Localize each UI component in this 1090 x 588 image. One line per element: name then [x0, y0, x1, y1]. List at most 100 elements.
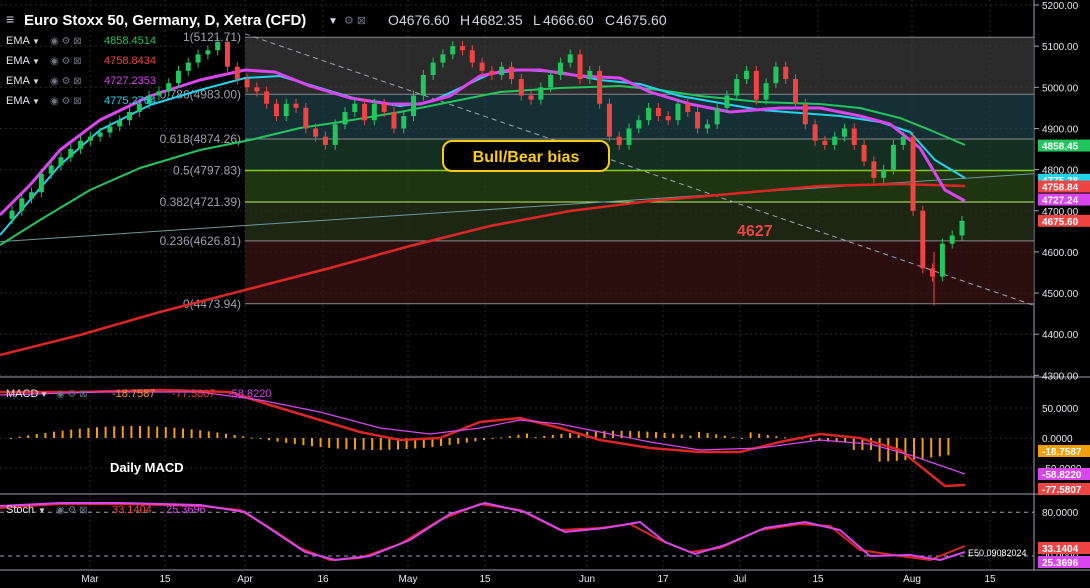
macd-histogram-bar: [938, 438, 941, 457]
candle-body: [303, 107, 309, 129]
macd-histogram-bar: [388, 438, 391, 450]
macd-histogram-bar: [139, 426, 141, 438]
macd-pane[interactable]: 50.00000.0000-50.0000-18.7587-58.8220-77…: [0, 388, 1090, 496]
macd-histogram-bar: [362, 438, 365, 450]
menu-icon[interactable]: ≡: [6, 11, 14, 27]
candle-body: [793, 79, 799, 104]
macd-histogram-bar: [603, 431, 606, 438]
ema-legend-settings-icon[interactable]: ◉ ⚙ ⊠: [50, 36, 82, 47]
candle-body: [597, 70, 603, 104]
candle-body: [411, 95, 417, 117]
candle-body: [890, 144, 896, 170]
macd-histogram-bar: [741, 438, 743, 439]
macd-histogram-bar: [173, 427, 176, 438]
macd-title: Daily MACD: [110, 460, 184, 475]
macd-histogram-bar: [225, 433, 227, 438]
macd-histogram-bar: [259, 438, 262, 439]
candle-body: [264, 91, 270, 104]
macd-histogram-bar: [268, 438, 270, 441]
candle-body: [254, 87, 260, 92]
stoch-value-tag-label: 33.1404: [1042, 544, 1079, 555]
candle-body: [244, 79, 250, 88]
level-label-4627: 4627: [737, 223, 773, 240]
candle-body: [508, 66, 514, 80]
macd-histogram-bar: [121, 426, 124, 438]
candle-body: [175, 70, 181, 84]
fib-level-label: 1(5121.71): [183, 30, 241, 44]
macd-histogram-bar: [27, 435, 30, 438]
title-dropdown-icon[interactable]: ▼: [328, 16, 338, 27]
macd-histogram-bar: [569, 433, 571, 438]
macd-dropdown-icon[interactable]: ▼: [40, 390, 48, 399]
macd-legend: MACD ▼ ◉ ⚙ ⊠ -18.7587 -77.5807 -58.8220: [6, 388, 271, 400]
time-tick-label: Aug: [903, 574, 921, 585]
stoch-settings-icon[interactable]: ◉ ⚙ ⊠: [56, 505, 88, 516]
macd-histogram-bar: [672, 433, 675, 438]
fib-band: [245, 240, 1034, 304]
macd-histogram-bar: [534, 437, 537, 439]
macd-histogram-bar: [878, 438, 881, 462]
candle-body: [606, 103, 612, 137]
macd-value-signal: -58.8220: [228, 388, 271, 400]
candle-body: [802, 103, 808, 125]
ema-legend-settings-icon[interactable]: ◉ ⚙ ⊠: [50, 96, 82, 107]
ema-legend-settings-icon[interactable]: ◉ ⚙ ⊠: [50, 76, 82, 87]
ema-legend-dropdown-icon[interactable]: ▼: [32, 97, 40, 106]
candle-body: [655, 107, 661, 117]
price-axis: 5200.005100.005000.004900.004800.004700.…: [1034, 1, 1090, 382]
macd-histogram-bar: [508, 436, 511, 438]
high-label: H: [460, 12, 470, 28]
candle-body: [166, 83, 172, 92]
stoch-pane[interactable]: 80.000020.000033.140425.3696: [0, 501, 1090, 569]
header-settings-icons: ⚙ ⊠: [344, 15, 366, 27]
stoch-label: Stoch: [6, 504, 34, 516]
stoch-value-tag-label: 25.3696: [1042, 558, 1079, 569]
candle-body: [352, 103, 358, 112]
candle-body: [881, 169, 887, 178]
macd-histogram-bar: [61, 430, 64, 438]
macd-value-tag-label: -18.7587: [1042, 447, 1082, 458]
ema-legend-value-4: 4775.2764: [104, 95, 156, 107]
stoch-dropdown-icon[interactable]: ▼: [38, 506, 46, 515]
candle-body: [78, 140, 84, 150]
macd-histogram-bar: [594, 431, 597, 438]
ema-legend-dropdown-icon[interactable]: ▼: [32, 37, 40, 46]
macd-histogram-bar: [87, 427, 90, 438]
price-chart[interactable]: 1(5121.71)0.786(4983.00)0.618(4874.26)0.…: [0, 0, 1090, 588]
macd-histogram-bar: [809, 438, 812, 441]
candle-body: [851, 128, 857, 145]
candle-body: [528, 95, 534, 100]
macd-histogram-bar: [465, 438, 468, 443]
fib-level-label: 0.236(4626.81): [160, 234, 241, 248]
macd-histogram-bar: [448, 438, 451, 445]
candle-body: [626, 128, 632, 145]
price-tick-label: 4600.00: [1042, 248, 1079, 259]
candle-body: [900, 136, 906, 145]
candle-body: [841, 128, 847, 137]
macd-histogram-bar: [199, 430, 202, 438]
time-tick-label: Apr: [237, 574, 253, 585]
candle-body: [107, 126, 113, 133]
time-tick-label: Jul: [734, 574, 747, 585]
macd-histogram-bar: [371, 438, 374, 450]
macd-histogram-bar: [53, 431, 55, 438]
macd-settings-icon[interactable]: ◉ ⚙ ⊠: [56, 389, 88, 400]
macd-histogram-bar: [276, 438, 279, 442]
candle-body: [224, 42, 230, 67]
candle-body: [763, 83, 769, 100]
candle-body: [117, 120, 123, 127]
macd-histogram-bar: [663, 432, 666, 438]
ema-legend-name-4: EMA: [6, 95, 31, 107]
ema-legend-dropdown-icon[interactable]: ▼: [32, 77, 40, 86]
candle-body: [646, 107, 652, 121]
macd-histogram-bar: [543, 435, 546, 438]
macd-histogram-bar: [715, 434, 718, 438]
candle-body: [460, 46, 466, 51]
macd-histogram-bar: [233, 434, 236, 438]
fib-level-label: 0.5(4797.83): [173, 163, 241, 177]
candle-body: [832, 136, 838, 145]
ema-legend-settings-icon[interactable]: ◉ ⚙ ⊠: [50, 56, 82, 67]
ema-legend-dropdown-icon[interactable]: ▼: [32, 57, 40, 66]
candle-body: [127, 111, 133, 121]
ema-legend-name-3: EMA: [6, 75, 31, 87]
